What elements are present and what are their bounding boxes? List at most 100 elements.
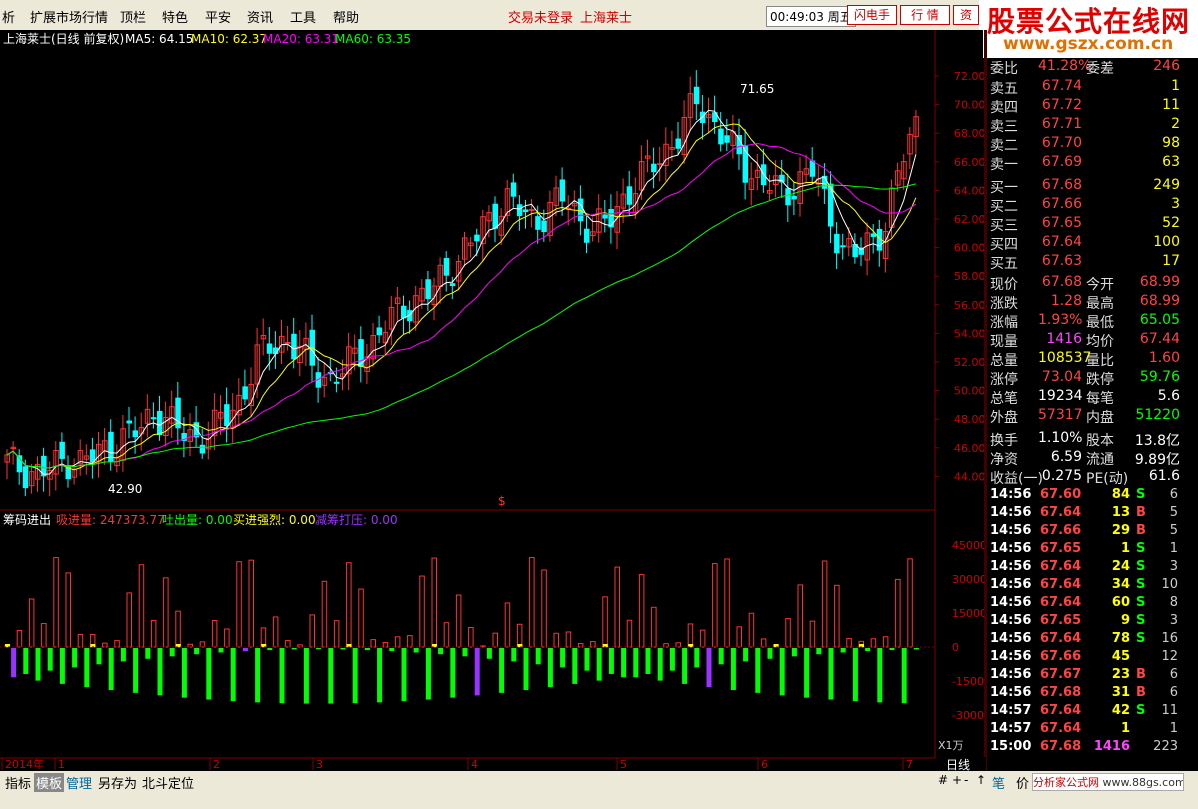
candle-body — [516, 204, 523, 217]
bid-label: 买三 — [990, 218, 1018, 234]
tick-volume: 1 — [1120, 541, 1130, 556]
ask-price: 67.72 — [1041, 97, 1082, 113]
asset-button[interactable]: 资 — [953, 5, 979, 25]
stat-value: 1.28 — [1050, 293, 1082, 309]
menu-item-news[interactable]: 资讯 — [247, 7, 273, 26]
weibi-row: 委比 41.28% 委差 246 — [988, 58, 1184, 77]
stat-label: 净资 — [990, 452, 1018, 468]
stat-label-2: 流通 — [1086, 452, 1114, 468]
spit-bar — [572, 648, 578, 684]
candle-body — [657, 163, 663, 166]
stat-value-2: 68.99 — [1139, 293, 1180, 309]
price-tick-label: 44.00 — [954, 470, 984, 483]
quote-button[interactable]: 行 情 — [900, 5, 950, 25]
tick-time: 14:56 — [990, 631, 1032, 646]
spit-bar — [584, 648, 590, 671]
spit-bar — [377, 648, 383, 703]
price-tick-label: 54.00 — [954, 327, 984, 340]
candle-body — [59, 441, 65, 459]
tick-time: 14:56 — [990, 541, 1032, 556]
unit-label: X1万 — [938, 739, 964, 752]
flash-trade-button[interactable]: 闪电手 — [847, 5, 897, 25]
bid-volume: 249 — [1153, 177, 1180, 193]
tick-volume: 31 — [1111, 685, 1130, 700]
spit-bar — [133, 648, 139, 693]
candle-body — [693, 86, 700, 105]
spit-bar — [352, 648, 358, 704]
tick-row: 14:56 67.64 60 S 8 — [988, 595, 1184, 613]
menu-item-topbar[interactable]: 顶栏 — [120, 7, 146, 26]
tab-beidou-locate[interactable]: 北斗定位 — [142, 773, 194, 792]
ask-label: 卖五 — [990, 81, 1018, 97]
reduce-bar — [242, 648, 248, 652]
zoom-in-button[interactable]: + — [952, 773, 962, 787]
scroll-up-button[interactable]: ↑ — [976, 773, 986, 787]
menu-item-help[interactable]: 帮助 — [333, 7, 359, 26]
indicator-tick-label: -30000 — [952, 709, 984, 722]
candle-body — [443, 258, 450, 276]
spit-bar — [560, 648, 566, 668]
ask-volume: 98 — [1162, 135, 1180, 151]
tick-count: 1 — [1169, 541, 1178, 556]
stat-row: 涨跌 1.28 最高 68.99 — [988, 293, 1184, 312]
tab-save-as[interactable]: 另存为 — [98, 773, 137, 792]
tick-count: 8 — [1169, 595, 1178, 610]
tick-row: 14:56 67.64 24 S 3 — [988, 559, 1184, 577]
menu-item-features[interactable]: 特色 — [162, 7, 188, 26]
tick-side: B — [1136, 685, 1146, 700]
menu-item-pingan[interactable]: 平安 — [205, 7, 231, 26]
bid-row: 买一 67.68 249 — [988, 177, 1184, 196]
reduce-label: 减筹打压: 0.00 — [315, 513, 398, 527]
candle-body — [333, 381, 340, 384]
zoom-hash-button[interactable]: # — [938, 773, 948, 787]
candle-body — [132, 430, 139, 438]
tab-bi[interactable]: 笔 — [992, 773, 1005, 792]
spit-bar — [72, 648, 78, 668]
tab-template[interactable]: 模板 — [34, 773, 65, 792]
tick-price: 67.66 — [1040, 649, 1082, 664]
candle-body — [157, 410, 163, 436]
spit-bar — [913, 648, 919, 650]
weibi-value: 41.28% — [1038, 58, 1092, 74]
bid-label: 买一 — [990, 180, 1018, 196]
ma10-label: MA10: 62.37 — [191, 32, 267, 46]
tick-row: 14:56 67.64 13 B 5 — [988, 505, 1184, 523]
stat-value: 67.68 — [1041, 274, 1082, 290]
menu-item-extended-market[interactable]: 扩展市场行情 — [30, 7, 108, 26]
tick-count: 11 — [1161, 703, 1178, 718]
tab-indicator[interactable]: 指标 — [5, 773, 31, 792]
menu-item-tools[interactable]: 工具 — [290, 7, 316, 26]
tick-row: 14:56 67.66 45 12 — [988, 649, 1184, 667]
stat-row: 总量 108537 量比 1.60 — [988, 350, 1184, 369]
candle-body — [449, 283, 456, 287]
spit-bar — [108, 648, 114, 691]
spit-bar — [328, 648, 334, 704]
kline-chart[interactable]: 72.00 70.00 68.00 66.00 64.00 62.00 60.00 58.00… — [0, 30, 984, 771]
stat-row: 收益(一) 0.275 PE(动) 61.6 — [988, 468, 1184, 487]
weicha-label: 委差 — [1086, 61, 1114, 77]
tick-price: 67.68 — [1040, 739, 1082, 754]
spit-bar — [206, 648, 212, 700]
candle-body — [828, 183, 834, 227]
tick-time: 14:56 — [990, 577, 1032, 592]
candle-body — [785, 188, 791, 206]
candle-body — [376, 327, 383, 336]
stat-label: 现价 — [990, 277, 1018, 293]
ask-volume: 11 — [1162, 97, 1180, 113]
tab-jia[interactable]: 价 — [1016, 773, 1029, 792]
menu-item-analysis[interactable]: 析 — [2, 7, 15, 26]
candle-body — [724, 135, 730, 143]
period-label[interactable]: 日线 — [946, 756, 970, 773]
stat-label-2: 最低 — [1086, 315, 1114, 331]
tick-count: 6 — [1169, 487, 1178, 502]
zoom-out-button[interactable]: - — [964, 773, 968, 787]
candle-body — [791, 195, 797, 200]
candle-body — [541, 220, 547, 233]
bid-label: 买二 — [990, 199, 1018, 215]
candle-body — [675, 138, 681, 149]
high-price-label: 71.65 — [740, 82, 774, 96]
stat-label-2: 每笔 — [1086, 391, 1114, 407]
tab-manage[interactable]: 管理 — [66, 773, 92, 792]
login-status[interactable]: 交易未登录 — [508, 7, 573, 26]
tick-time: 14:56 — [990, 523, 1032, 538]
